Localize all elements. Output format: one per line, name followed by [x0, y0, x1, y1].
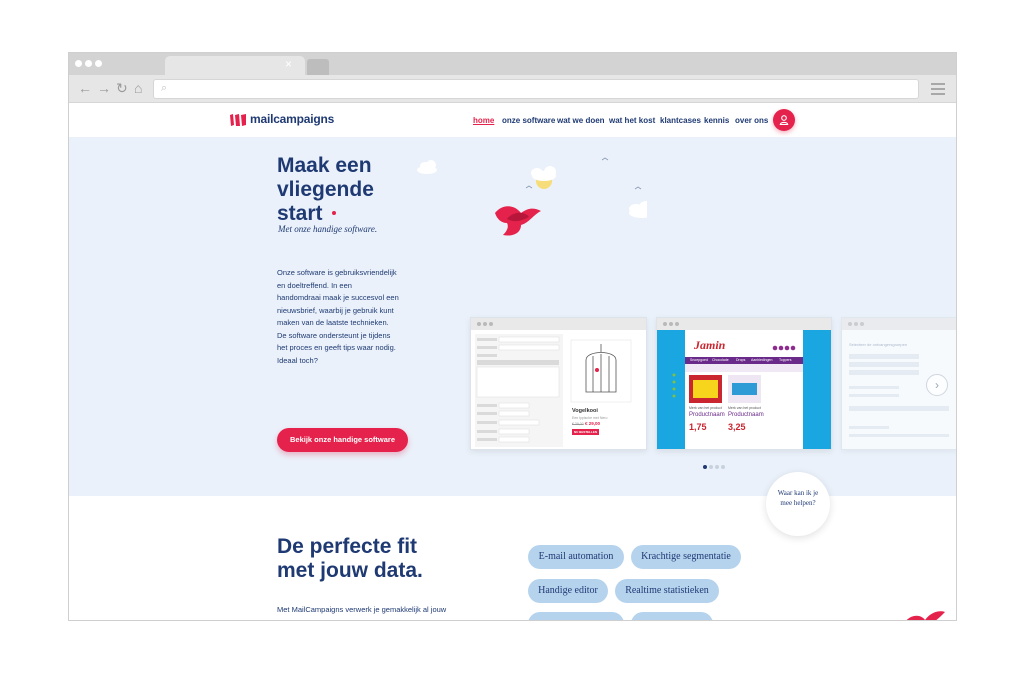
hero-body-line: Onze software is gebruiksvriendelijk	[277, 268, 397, 277]
search-icon: ⌕	[161, 82, 168, 94]
window-zoom-dot[interactable]	[95, 60, 102, 67]
screenshot-titlebar	[471, 318, 646, 330]
feature-pill[interactable]	[631, 612, 713, 620]
hero-body: Onze software is gebruiksvriendelijk en …	[277, 267, 407, 367]
cloud-icon	[629, 201, 647, 218]
hero-body-line: De software ondersteunt je tijdens	[277, 330, 391, 340]
screenshot-titlebar	[657, 318, 831, 330]
browser-window: × ← → ↻ ⌂ ⌕ mailcampaigns home onze soft…	[68, 52, 957, 621]
nav-wat-we-doen[interactable]: wat we doen	[557, 116, 605, 125]
newsletter-mockup	[657, 330, 831, 449]
slider-page-dot[interactable]	[721, 465, 725, 469]
section-title: De perfecte fit met jouw data.	[277, 535, 477, 583]
hero-subtitle: Met onze handige software.	[278, 224, 378, 234]
nav-over-ons[interactable]: over ons	[735, 116, 768, 125]
home-icon[interactable]: ⌂	[134, 80, 142, 96]
section-title-line: De perfecte fit	[277, 535, 418, 558]
nav-klantcases[interactable]: klantcases	[660, 116, 701, 125]
chat-help-button[interactable]: Waar kan ik je mee helpen?	[766, 472, 830, 536]
newsletter-menu-item: Aanbiedingen	[751, 358, 773, 362]
newsletter-brand-logo: Jamin	[694, 338, 726, 352]
newsletter-screenshot[interactable]: Jamin Snoepgoed Chocolade Drops Aanbiedi…	[656, 317, 832, 450]
feature-pill-editor[interactable]: Handige editor	[528, 579, 608, 603]
product-brand-label: Merk van het product	[689, 406, 722, 410]
product-title: Productnaam	[689, 412, 725, 418]
cloud-icon	[531, 166, 556, 181]
editor-screenshot[interactable]: Vogelkooi Een typische met Nero € 39,00 …	[470, 317, 647, 450]
hero-section: Maak een vliegende start Met onze handig…	[69, 137, 956, 496]
browser-menu-icon[interactable]	[931, 83, 945, 95]
order-button: NU BESTELLEN	[572, 429, 600, 435]
browser-toolbar: ← → ↻ ⌂ ⌕	[69, 75, 956, 103]
slider-page-dot[interactable]	[715, 465, 719, 469]
product-title: Productnaam	[728, 412, 764, 418]
slider-page-dot[interactable]	[703, 465, 707, 469]
bird-silhouette-icon	[601, 157, 609, 161]
new-price: € 29,00	[585, 421, 601, 426]
red-bird-icon	[906, 611, 945, 620]
address-bar[interactable]: ⌕	[153, 79, 919, 99]
browser-tab[interactable]	[165, 56, 305, 75]
reload-icon[interactable]: ↻	[116, 80, 128, 96]
slider-page-dot[interactable]	[709, 465, 713, 469]
nav-wat-het-kost[interactable]: wat het kost	[609, 116, 655, 125]
slider-next-button[interactable]: ›	[926, 374, 948, 396]
window-minimize-dot[interactable]	[85, 60, 92, 67]
feature-pill[interactable]	[528, 612, 624, 620]
web-page: mailcampaigns home onze software wat we …	[69, 103, 956, 620]
nav-kennis[interactable]: kennis	[704, 116, 729, 125]
newsletter-menu-item: Drops	[736, 358, 746, 362]
product-name: Vogelkooi	[572, 408, 598, 414]
old-price: € 39,00	[572, 422, 584, 426]
product-brand-label: Merk van het product	[728, 406, 761, 410]
feature-pill-segmentation[interactable]: Krachtige segmentatie	[631, 545, 741, 569]
hero-illustration	[417, 157, 647, 236]
red-bird-icon	[495, 206, 541, 236]
newsletter-menu-item: Toppers	[779, 358, 792, 362]
product-price: 1,75	[689, 422, 707, 432]
forward-icon[interactable]: →	[97, 80, 111, 96]
hero-body-line: het proces en geeft tips waar nodig.	[277, 343, 396, 352]
site-header: mailcampaigns home onze software wat we …	[69, 103, 956, 137]
section-body: Met MailCampaigns verwerk je gemakkelijk…	[277, 605, 447, 614]
cloud-icon	[417, 160, 437, 174]
hero-body-line: nieuwsbrief, waarbij je gebruik kunt	[277, 305, 394, 315]
hero-body-line: maken van de laatste technieken.	[277, 318, 389, 327]
newsletter-menu-item: Snoepgoed	[690, 358, 708, 362]
feature-pill-statistics[interactable]: Realtime statistieken	[615, 579, 719, 603]
section-title-line: met jouw data.	[277, 559, 423, 582]
screenshot-titlebar	[842, 318, 956, 330]
new-tab-button[interactable]	[307, 59, 329, 75]
user-icon	[779, 115, 789, 126]
chat-line: Waar kan ik je	[777, 489, 819, 497]
newsletter-menu-item: Chocolade	[712, 358, 729, 362]
editor-mockup	[475, 334, 632, 447]
feature-pill-email-automation[interactable]: E-mail automation	[528, 545, 624, 569]
chat-line: mee helpen?	[780, 499, 816, 507]
window-close-dot[interactable]	[75, 60, 82, 67]
logo-icon[interactable]	[229, 114, 247, 127]
hero-body-line: Ideaal toch?	[277, 355, 318, 365]
hero-body-line: handomdraai maak je succesvol een	[277, 293, 399, 302]
view-software-button[interactable]: Bekijk onze handige software	[277, 428, 408, 452]
product-subtitle: Een typische met Nero	[572, 416, 608, 420]
tab-close-icon[interactable]: ×	[285, 56, 292, 72]
browser-titlebar: ×	[69, 53, 956, 75]
logo-text[interactable]: mailcampaigns	[250, 112, 334, 126]
nav-onze-software[interactable]: onze software	[502, 116, 555, 125]
hero-body-line: en doeltreffend. In een	[277, 280, 352, 290]
product-price: 3,25	[728, 422, 746, 432]
nav-home[interactable]: home	[473, 116, 494, 125]
back-icon[interactable]: ←	[78, 80, 92, 96]
bird-silhouette-icon	[525, 185, 533, 189]
title-accent-dot	[332, 211, 336, 215]
user-account-button[interactable]	[773, 109, 795, 131]
bird-silhouette-icon	[634, 186, 642, 190]
